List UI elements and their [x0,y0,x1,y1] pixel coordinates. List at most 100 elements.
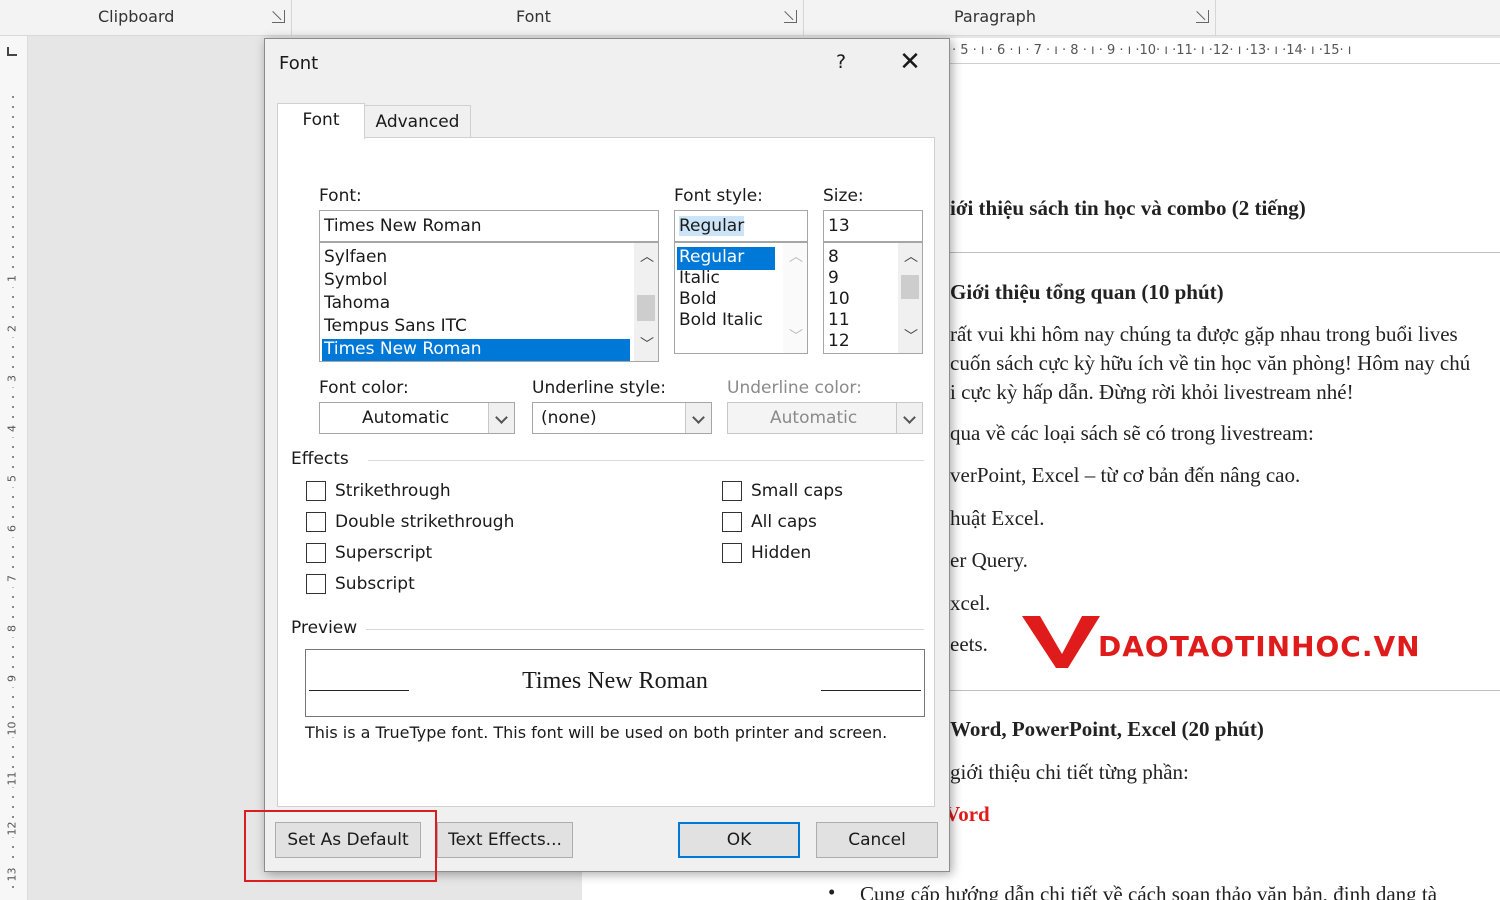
size-label: Size: [823,186,864,206]
effects-separator [368,460,924,461]
underline-style-select[interactable]: (none) [532,402,712,434]
scroll-thumb[interactable] [637,295,655,321]
preview-baseline [821,690,921,691]
checkbox-label: Superscript [335,543,433,563]
help-button[interactable]: ? [831,51,851,73]
checkbox-label: Hidden [751,543,812,563]
size-list[interactable]: 8 9 10 11 12 ︿ ﹀ [823,242,923,354]
font-style-scrollbar[interactable]: ︿ ﹀ [783,243,807,353]
doc-paragraph: cuốn sách cực kỳ hữu ích về tin học văn … [950,351,1471,375]
font-style-item-selected[interactable]: Regular [677,247,775,270]
small-caps-checkbox[interactable]: Small caps [722,481,843,501]
ribbon-group-label: Paragraph [954,7,1036,26]
tab-stop-icon[interactable] [7,47,17,56]
ruler-number: 2 [5,319,19,338]
font-style-list[interactable]: Regular Italic Bold Bold Italic ︿ ﹀ [674,242,808,354]
doc-list-item: verPoint, Excel – từ cơ bản đến nâng cao… [950,463,1301,487]
preview-separator [366,629,924,630]
scroll-up-icon[interactable]: ︿ [904,250,918,264]
doc-heading: Giới thiệu tổng quan (10 phút) [950,280,1224,304]
font-style-item[interactable]: Italic [679,268,720,291]
doc-heading: iới thiệu sách tin học và combo (2 tiếng… [950,196,1306,220]
font-style-input[interactable]: Regular [674,210,808,242]
scroll-down-icon[interactable]: ﹀ [640,338,654,352]
divider [948,690,1500,691]
checkbox-box[interactable] [722,481,742,501]
doc-paragraph: qua về các loại sách sẽ có trong livestr… [950,421,1314,445]
scroll-up-icon[interactable]: ︿ [640,250,654,264]
font-list-item[interactable]: Tempus Sans ITC [324,316,467,339]
doc-list-item: eets. [950,632,988,656]
doc-paragraph: rất vui khi hôm nay chúng ta được gặp nh… [950,322,1458,346]
underline-style-value: (none) [541,408,597,428]
font-label: Font: [319,186,362,206]
tab-font[interactable]: Font [277,103,365,139]
ruler-number: 8 [5,619,19,638]
ruler-number: 12 [5,819,19,838]
dialog-launcher-icon[interactable] [272,10,285,23]
scroll-thumb[interactable] [901,275,919,299]
size-input[interactable]: 13 [823,210,923,242]
ribbon-group-label: Clipboard [98,7,175,26]
font-style-item[interactable]: Bold [679,289,717,312]
dialog-launcher-icon[interactable] [1196,10,1209,23]
doc-paragraph: giới thiệu chi tiết từng phần: [950,760,1189,784]
strikethrough-checkbox[interactable]: Strikethrough [306,481,451,501]
ruler-number: 11 [5,769,19,788]
checkbox-box[interactable] [722,543,742,563]
font-list-scrollbar[interactable]: ︿ ﹀ [634,243,658,361]
subscript-checkbox[interactable]: Subscript [306,574,415,594]
all-caps-checkbox[interactable]: All caps [722,512,817,532]
size-list-item[interactable]: 10 [828,289,850,312]
hidden-checkbox[interactable]: Hidden [722,543,811,563]
size-list-item[interactable]: 9 [828,268,839,291]
ruler-number: 5 [5,469,19,488]
scroll-down-icon[interactable]: ﹀ [904,330,918,344]
ruler-number: 6 [5,519,19,538]
tab-advanced[interactable]: Advanced [365,105,471,139]
superscript-checkbox[interactable]: Superscript [306,543,432,563]
close-button[interactable]: ✕ [897,49,923,77]
scroll-up-icon[interactable]: ︿ [789,250,803,264]
text-effects-button[interactable]: Text Effects... [437,822,573,858]
font-dialog: Font ? ✕ Font Advanced Font: Times New R… [264,38,950,872]
ruler-number: 4 [5,419,19,438]
font-style-item[interactable]: Bold Italic [679,310,763,333]
ruler-number: 7 [5,569,19,588]
font-list-item[interactable]: Sylfaen [324,247,387,270]
ok-button[interactable]: OK [678,822,800,858]
chevron-down-icon[interactable] [488,403,514,433]
checkbox-label: Small caps [751,481,844,501]
checkbox-box[interactable] [306,481,326,501]
underline-color-label: Underline color: [727,378,862,398]
font-list-item[interactable]: Tahoma [324,293,390,316]
size-list-item[interactable]: 12 [828,331,850,353]
font-list-item-selected[interactable]: Times New Roman [322,339,630,361]
checkbox-box[interactable] [306,512,326,532]
checkbox-box[interactable] [722,512,742,532]
font-color-value: Automatic [362,408,450,428]
effects-label: Effects [291,449,349,469]
size-list-item[interactable]: 8 [828,247,839,270]
tab-label: Advanced [375,112,460,132]
ribbon-group-font: Font [292,0,804,36]
preview-box: Times New Roman [305,649,925,717]
divider [948,252,1500,253]
font-input[interactable]: Times New Roman [319,210,659,242]
font-color-select[interactable]: Automatic [319,402,515,434]
underline-style-label: Underline style: [532,378,667,398]
font-list[interactable]: Sylfaen Symbol Tahoma Tempus Sans ITC Ti… [319,242,659,362]
font-list-item[interactable]: Symbol [324,270,387,293]
ribbon-group-clipboard: Clipboard [0,0,292,36]
cancel-button[interactable]: Cancel [816,822,938,858]
dialog-launcher-icon[interactable] [784,10,797,23]
size-list-scrollbar[interactable]: ︿ ﹀ [898,243,922,353]
checkbox-box[interactable] [306,574,326,594]
size-list-item[interactable]: 11 [828,310,850,333]
double-strikethrough-checkbox[interactable]: Double strikethrough [306,512,514,532]
scroll-down-icon[interactable]: ﹀ [789,330,803,344]
chevron-down-icon[interactable] [685,403,711,433]
font-style-value: Regular [679,216,745,236]
checkbox-box[interactable] [306,543,326,563]
doc-subheading: Vord [945,802,990,826]
